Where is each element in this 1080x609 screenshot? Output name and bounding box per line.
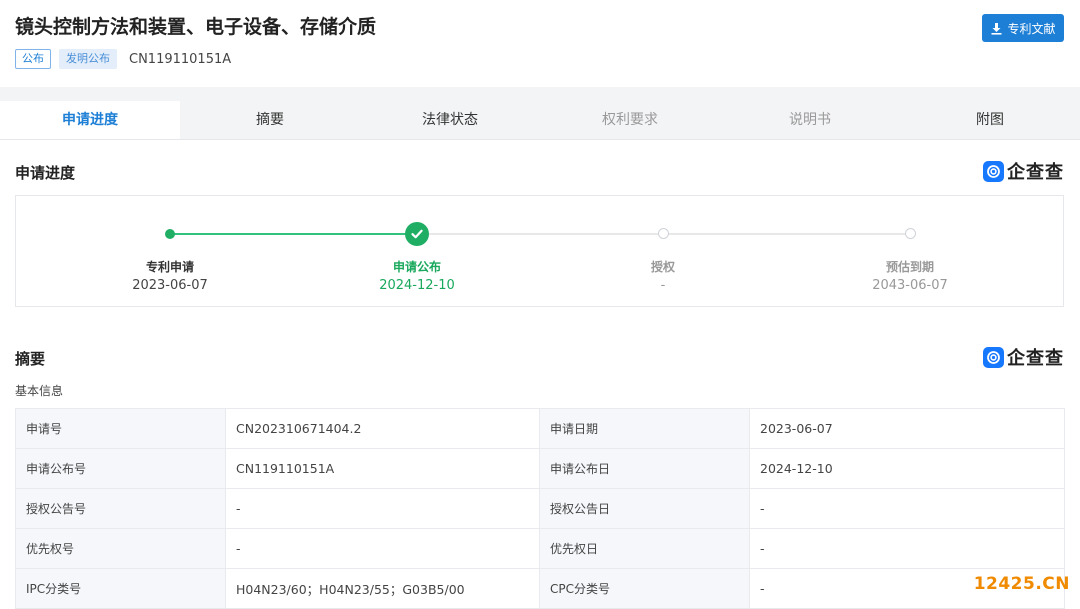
brand-text: 企查查 [1007,162,1064,183]
field-label: 授权公告日 [539,488,750,529]
field-label: 优先权日 [539,528,750,569]
field-value: - [749,488,1065,529]
field-value: 2023-06-07 [749,408,1065,449]
field-label: IPC分类号 [15,568,226,609]
patent-document-button[interactable]: 专利文献 [982,14,1064,42]
tab-claims[interactable]: 权利要求 [540,101,720,139]
step-label: 授权 [650,260,675,274]
status-badge: 公布 [15,49,51,69]
page-title: 镜头控制方法和装置、电子设备、存储介质 [15,16,377,38]
table-row: IPC分类号 H04N23/60；H04N23/55；G03B5/00 CPC分… [15,568,1065,609]
tag-row: 公布 发明公布 CN119110151A [15,49,231,69]
site-watermark: 12425.CN [973,574,1070,594]
field-label: 申请号 [15,408,226,449]
tab-abstract[interactable]: 摘要 [180,101,360,139]
field-value: CN202310671404.2 [225,408,540,449]
timeline-track-done [170,233,417,235]
type-badge: 发明公布 [59,49,117,69]
step-date: 2023-06-07 [132,278,208,293]
step-label: 预估到期 [885,260,934,274]
tab-legal-status[interactable]: 法律状态 [360,101,540,139]
brand-text: 企查查 [1007,348,1064,369]
patent-header: 镜头控制方法和装置、电子设备、存储介质 公布 发明公布 CN119110151A… [0,0,1080,87]
field-value: H04N23/60；H04N23/55；G03B5/00 [225,568,540,609]
step-date: 2043-06-07 [872,278,948,293]
step-label: 申请公布 [392,260,441,274]
field-label: 优先权号 [15,528,226,569]
step-dot-icon [165,229,175,239]
basic-info-heading: 基本信息 [15,384,64,398]
basic-info-table: 申请号 CN202310671404.2 申请日期 2023-06-07 申请公… [15,408,1065,609]
brand-logo: 企查查 [983,160,1064,183]
publication-number: CN119110151A [129,51,232,67]
table-row: 申请号 CN202310671404.2 申请日期 2023-06-07 [15,408,1065,449]
step-label: 专利申请 [145,260,194,274]
field-value: 2024-12-10 [749,448,1065,489]
download-icon [991,22,1002,35]
field-value: - [749,528,1065,569]
field-label: 申请日期 [539,408,750,449]
field-value: CN119110151A [225,448,540,489]
qcc-logo-icon [983,160,1004,182]
field-value: - [225,488,540,529]
field-label: 申请公布日 [539,448,750,489]
progress-timeline: 专利申请 2023-06-07 申请公布 2024-12-10 授权 - 预估到… [15,195,1064,307]
field-value: - [225,528,540,569]
field-label: 授权公告号 [15,488,226,529]
qcc-logo-icon [983,346,1004,368]
main-content: 申请进度 企查查 专利申请 2023-06-07 申请公布 2024-12-10… [0,140,1080,609]
step-pending-icon [658,228,669,239]
step-date: 2024-12-10 [379,278,455,293]
tab-drawings[interactable]: 附图 [900,101,1080,139]
abstract-section-title: 摘要 [15,350,46,368]
tab-application-progress[interactable]: 申请进度 [0,101,180,139]
brand-logo: 企查查 [983,346,1064,369]
step-pending-icon [905,228,916,239]
field-label: 申请公布号 [15,448,226,489]
table-row: 申请公布号 CN119110151A 申请公布日 2024-12-10 [15,448,1065,489]
tab-description[interactable]: 说明书 [720,101,900,139]
table-row: 授权公告号 - 授权公告日 - [15,488,1065,529]
table-row: 优先权号 - 优先权日 - [15,528,1065,569]
patent-document-label: 专利文献 [1007,21,1056,36]
tab-bar: 申请进度 摘要 法律状态 权利要求 说明书 附图 [0,101,1080,140]
check-circle-icon [405,222,429,246]
progress-section-title: 申请进度 [15,164,76,182]
field-label: CPC分类号 [539,568,750,609]
step-date: - [660,278,666,293]
